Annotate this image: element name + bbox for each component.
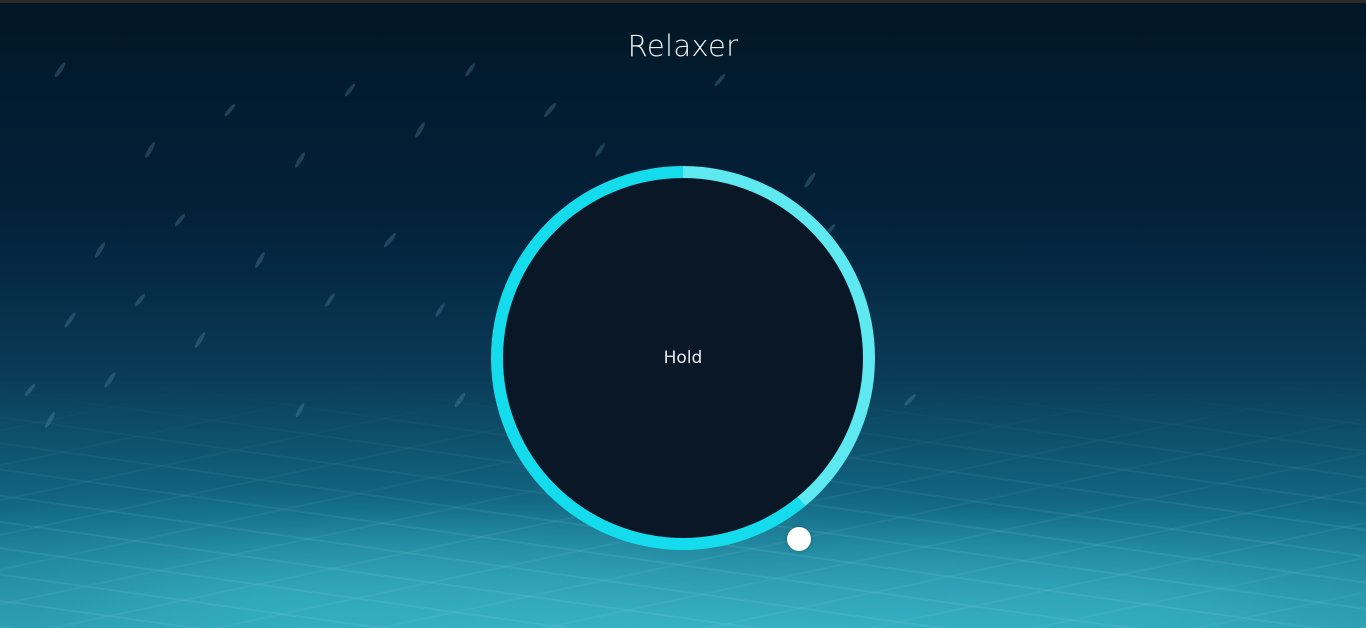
breathing-status-text: Hold: [663, 348, 703, 368]
app-title: Relaxer: [627, 29, 739, 63]
breathing-circle[interactable]: Hold: [503, 178, 863, 538]
progress-pointer-dot: [787, 527, 811, 551]
window-top-bar: [0, 0, 1366, 3]
